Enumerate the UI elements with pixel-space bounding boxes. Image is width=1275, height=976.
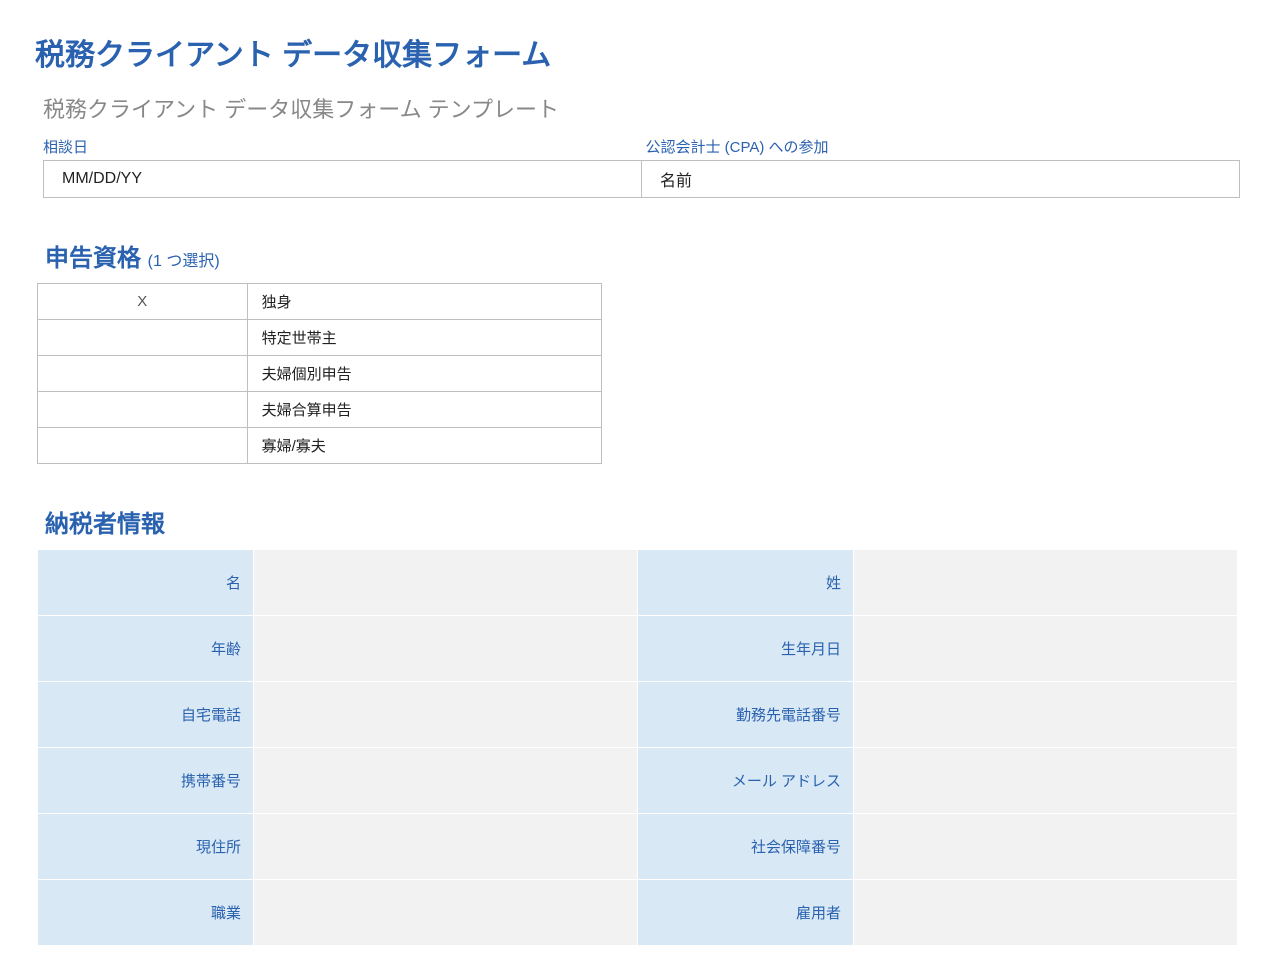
home-phone-field[interactable] bbox=[254, 682, 638, 748]
filing-mark-cell[interactable] bbox=[38, 392, 248, 428]
employer-field[interactable] bbox=[854, 880, 1238, 946]
filing-mark-cell[interactable] bbox=[38, 356, 248, 392]
email-field[interactable] bbox=[854, 748, 1238, 814]
filing-mark-cell[interactable] bbox=[38, 320, 248, 356]
address-label: 現住所 bbox=[38, 814, 254, 880]
cpa-label: 公認会計士 (CPA) への参加 bbox=[646, 139, 829, 156]
filing-option-label: 特定世帯主 bbox=[247, 320, 601, 356]
dob-field[interactable] bbox=[854, 616, 1238, 682]
taxpayer-row: 携帯番号 メール アドレス bbox=[38, 748, 1238, 814]
occupation-field[interactable] bbox=[254, 880, 638, 946]
filing-hint: (1 つ選択) bbox=[148, 253, 220, 270]
last-name-label: 姓 bbox=[638, 550, 854, 616]
filing-mark-cell[interactable] bbox=[38, 428, 248, 464]
filing-title-text: 申告資格 bbox=[45, 245, 141, 272]
subtitle: 税務クライアント データ収集フォーム テンプレート bbox=[43, 92, 1240, 124]
first-name-field[interactable] bbox=[254, 550, 638, 616]
filing-section-title: 申告資格 (1 つ選択) bbox=[45, 238, 1240, 273]
ssn-label: 社会保障番号 bbox=[638, 814, 854, 880]
filing-option-label: 夫婦合算申告 bbox=[247, 392, 601, 428]
home-phone-label: 自宅電話 bbox=[38, 682, 254, 748]
main-title: 税務クライアント データ収集フォーム bbox=[35, 30, 1240, 74]
filing-row: 特定世帯主 bbox=[38, 320, 602, 356]
filing-row: 夫婦合算申告 bbox=[38, 392, 602, 428]
filing-option-label: 独身 bbox=[247, 284, 601, 320]
filing-mark-cell[interactable]: X bbox=[38, 284, 248, 320]
last-name-field[interactable] bbox=[854, 550, 1238, 616]
dob-label: 生年月日 bbox=[638, 616, 854, 682]
filing-row: X 独身 bbox=[38, 284, 602, 320]
consult-date-field[interactable]: MM/DD/YY bbox=[44, 161, 642, 198]
work-phone-label: 勤務先電話番号 bbox=[638, 682, 854, 748]
filing-status-table: X 独身 特定世帯主 夫婦個別申告 夫婦合算申告 寡婦/寡夫 bbox=[37, 283, 602, 464]
address-field[interactable] bbox=[254, 814, 638, 880]
header-label-row: 相談日 公認会計士 (CPA) への参加 bbox=[43, 136, 1248, 157]
taxpayer-row: 年齢 生年月日 bbox=[38, 616, 1238, 682]
email-label: メール アドレス bbox=[638, 748, 854, 814]
filing-option-label: 夫婦個別申告 bbox=[247, 356, 601, 392]
taxpayer-row: 現住所 社会保障番号 bbox=[38, 814, 1238, 880]
consult-date-label: 相談日 bbox=[43, 139, 88, 156]
ssn-field[interactable] bbox=[854, 814, 1238, 880]
taxpayer-section-title: 納税者情報 bbox=[45, 504, 1240, 539]
occupation-label: 職業 bbox=[38, 880, 254, 946]
mobile-phone-label: 携帯番号 bbox=[38, 748, 254, 814]
work-phone-field[interactable] bbox=[854, 682, 1238, 748]
taxpayer-info-table: 名 姓 年齢 生年月日 自宅電話 勤務先電話番号 携帯番号 メール アドレス 現… bbox=[37, 549, 1238, 946]
filing-option-label: 寡婦/寡夫 bbox=[247, 428, 601, 464]
header-table: MM/DD/YY 名前 bbox=[43, 160, 1240, 198]
taxpayer-row: 名 姓 bbox=[38, 550, 1238, 616]
employer-label: 雇用者 bbox=[638, 880, 854, 946]
filing-row: 夫婦個別申告 bbox=[38, 356, 602, 392]
age-field[interactable] bbox=[254, 616, 638, 682]
taxpayer-row: 自宅電話 勤務先電話番号 bbox=[38, 682, 1238, 748]
filing-row: 寡婦/寡夫 bbox=[38, 428, 602, 464]
taxpayer-row: 職業 雇用者 bbox=[38, 880, 1238, 946]
first-name-label: 名 bbox=[38, 550, 254, 616]
cpa-name-field[interactable]: 名前 bbox=[642, 161, 1240, 198]
age-label: 年齢 bbox=[38, 616, 254, 682]
mobile-phone-field[interactable] bbox=[254, 748, 638, 814]
